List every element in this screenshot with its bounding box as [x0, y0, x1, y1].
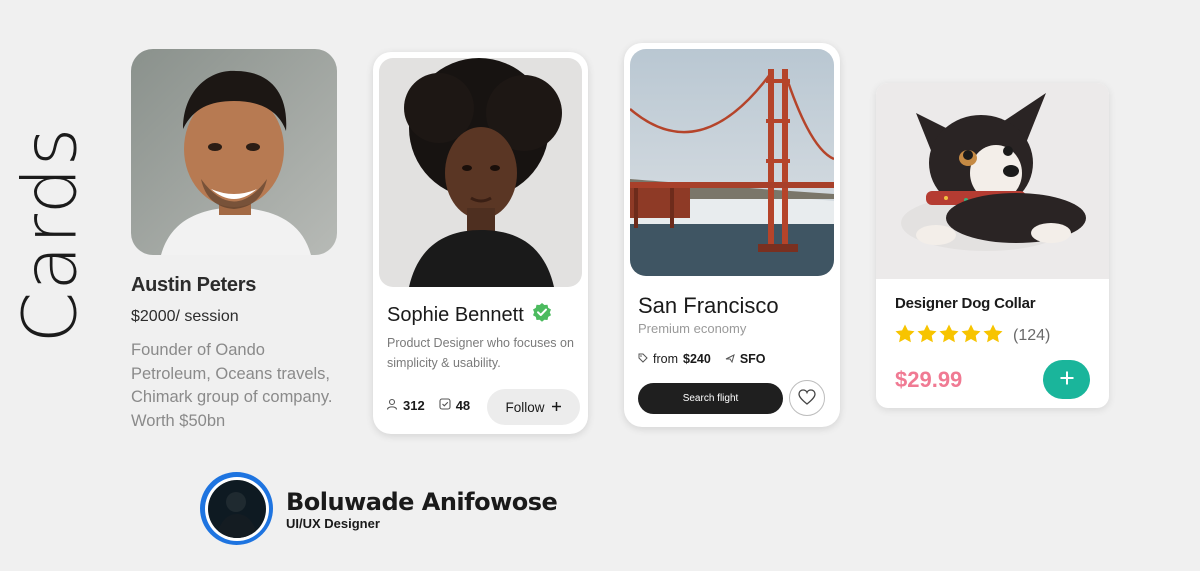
- star-icon: [895, 324, 915, 348]
- designer-name-row: Sophie Bennett: [387, 302, 552, 328]
- star-icon: [939, 324, 959, 348]
- verified-badge-icon: [532, 302, 552, 328]
- product-rating: (124): [895, 324, 1050, 348]
- product-price: $29.99: [895, 367, 963, 392]
- search-flight-button[interactable]: Search flight: [638, 383, 783, 414]
- designer-name: Sophie Bennett: [387, 303, 524, 326]
- austin-photo: [131, 49, 337, 255]
- projects-count: 48: [455, 398, 471, 413]
- projects-stat: 48: [439, 398, 470, 413]
- author-avatar: [200, 472, 273, 545]
- puppy-photo: [876, 83, 1109, 279]
- follow-button[interactable]: Follow: [487, 389, 580, 425]
- followers-stat: 312: [386, 398, 425, 413]
- review-count: (124): [1013, 327, 1051, 344]
- followers-count: 312: [403, 398, 425, 413]
- designer-bio: Product Designer who focuses on simplici…: [387, 336, 574, 370]
- flight-price: $240: [683, 352, 711, 366]
- travel-card: San Francisco Premium economy from $240 …: [624, 43, 840, 427]
- author-name: Boluwade Anifowose: [286, 488, 558, 516]
- profile-price: $2000/ session: [131, 308, 239, 325]
- checkbox-icon: [439, 398, 451, 413]
- designer-card: Sophie Bennett Product Designer who focu…: [373, 52, 588, 434]
- price-prefix: from: [653, 352, 678, 366]
- cabin-class: Premium economy: [638, 321, 747, 336]
- city-name: San Francisco: [638, 293, 779, 318]
- tag-icon: [638, 352, 648, 366]
- follow-label: Follow: [505, 399, 545, 415]
- star-icon: [983, 324, 1003, 348]
- page-title: Cards: [7, 126, 94, 344]
- user-icon: [386, 398, 398, 413]
- airport-info: SFO: [725, 352, 766, 366]
- product-title: Designer Dog Collar: [895, 295, 1036, 312]
- designer-stats: 312 48: [386, 398, 470, 413]
- plus-icon: [551, 400, 562, 415]
- page-title-container: Cards: [7, 127, 93, 344]
- profile-name: Austin Peters: [131, 274, 257, 296]
- author-role: UI/UX Designer: [286, 516, 380, 531]
- plus-icon: [1059, 370, 1075, 389]
- favorite-button[interactable]: [789, 380, 825, 416]
- add-to-cart-button[interactable]: [1043, 360, 1090, 399]
- flight-info: from $240 SFO: [638, 352, 766, 366]
- author-photo: [207, 479, 266, 538]
- golden-gate-photo: [630, 49, 834, 276]
- product-card: Designer Dog Collar (124) $29.99: [876, 83, 1109, 408]
- star-icon: [917, 324, 937, 348]
- heart-icon: [798, 388, 816, 408]
- price-info: from $240: [638, 352, 711, 366]
- airport-code: SFO: [739, 352, 766, 366]
- sophie-photo: [379, 58, 582, 287]
- profile-bio: Founder of Oando Petroleum, Oceans trave…: [131, 341, 333, 430]
- star-icon: [961, 324, 981, 348]
- plane-icon: [725, 352, 735, 366]
